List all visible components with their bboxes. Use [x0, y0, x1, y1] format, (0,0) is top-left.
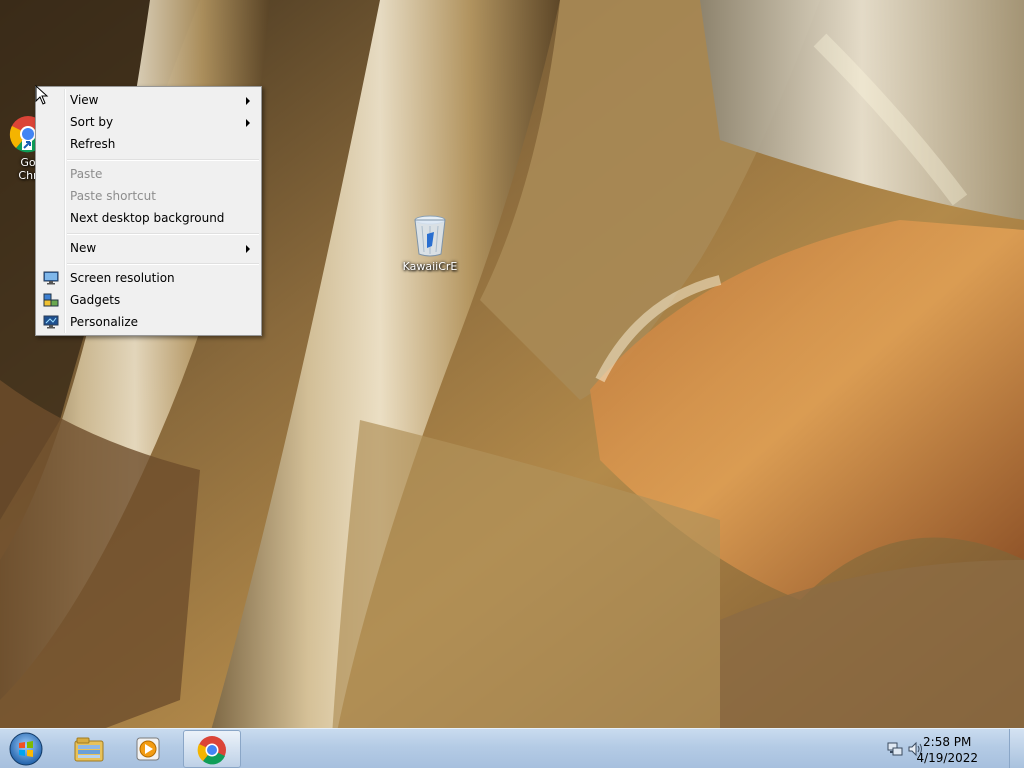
taskbar-google-chrome[interactable]	[183, 730, 241, 768]
menu-item-paste[interactable]: Paste	[38, 163, 259, 185]
windows-start-orb-icon	[9, 732, 43, 766]
desktop-icon-recycle-bin[interactable]: KawaiiCrE	[394, 214, 466, 273]
menu-separator	[67, 233, 259, 235]
menu-item-label: Personalize	[70, 315, 139, 329]
taskbar-windows-explorer[interactable]	[60, 730, 118, 768]
start-button[interactable]	[6, 730, 46, 768]
menu-item-refresh[interactable]: Refresh	[38, 133, 259, 155]
recycle-bin-icon	[414, 215, 446, 257]
screen-resolution-icon	[43, 271, 59, 285]
menu-item-gadgets[interactable]: Gadgets	[38, 289, 259, 311]
menu-item-label: Next desktop background	[70, 211, 225, 225]
submenu-arrow-icon	[246, 97, 250, 105]
desktop-context-menu: View Sort by Refresh Paste Paste shortcu…	[35, 86, 262, 336]
clock-time: 2:58 PM	[923, 735, 972, 749]
gadgets-icon	[43, 293, 59, 307]
menu-item-label: New	[70, 241, 97, 255]
submenu-arrow-icon	[246, 245, 250, 253]
menu-separator	[67, 159, 259, 161]
chrome-icon	[197, 736, 226, 765]
windows-explorer-icon	[74, 737, 104, 762]
taskbar-clock[interactable]: 2:58 PM 4/19/2022	[916, 734, 978, 766]
taskbar: 2:58 PM 4/19/2022	[0, 728, 1024, 768]
menu-item-label: Paste shortcut	[70, 189, 156, 203]
personalize-icon	[43, 315, 59, 329]
menu-item-screen-resolution[interactable]: Screen resolution	[38, 267, 259, 289]
menu-item-personalize[interactable]: Personalize	[38, 311, 259, 333]
desktop-icon-label: KawaiiCrE	[402, 260, 458, 273]
menu-item-label: Paste	[70, 167, 103, 181]
menu-separator	[67, 263, 259, 265]
media-player-icon	[136, 737, 160, 761]
menu-item-label: Screen resolution	[70, 271, 175, 285]
menu-item-label: Gadgets	[70, 293, 121, 307]
clock-date: 4/19/2022	[916, 751, 978, 765]
menu-item-paste-shortcut[interactable]: Paste shortcut	[38, 185, 259, 207]
menu-item-view[interactable]: View	[38, 89, 259, 111]
submenu-arrow-icon	[246, 119, 250, 127]
mouse-cursor-icon	[35, 85, 49, 105]
system-tray: 2:58 PM 4/19/2022	[884, 729, 1024, 768]
taskbar-media-player[interactable]	[120, 730, 178, 768]
menu-item-new[interactable]: New	[38, 237, 259, 259]
show-desktop-button[interactable]	[1009, 729, 1024, 768]
menu-item-sort-by[interactable]: Sort by	[38, 111, 259, 133]
network-icon[interactable]	[887, 741, 903, 757]
menu-item-label: View	[70, 93, 99, 107]
menu-item-next-desktop-background[interactable]: Next desktop background	[38, 207, 259, 229]
menu-item-label: Refresh	[70, 137, 116, 151]
menu-item-label: Sort by	[70, 115, 114, 129]
